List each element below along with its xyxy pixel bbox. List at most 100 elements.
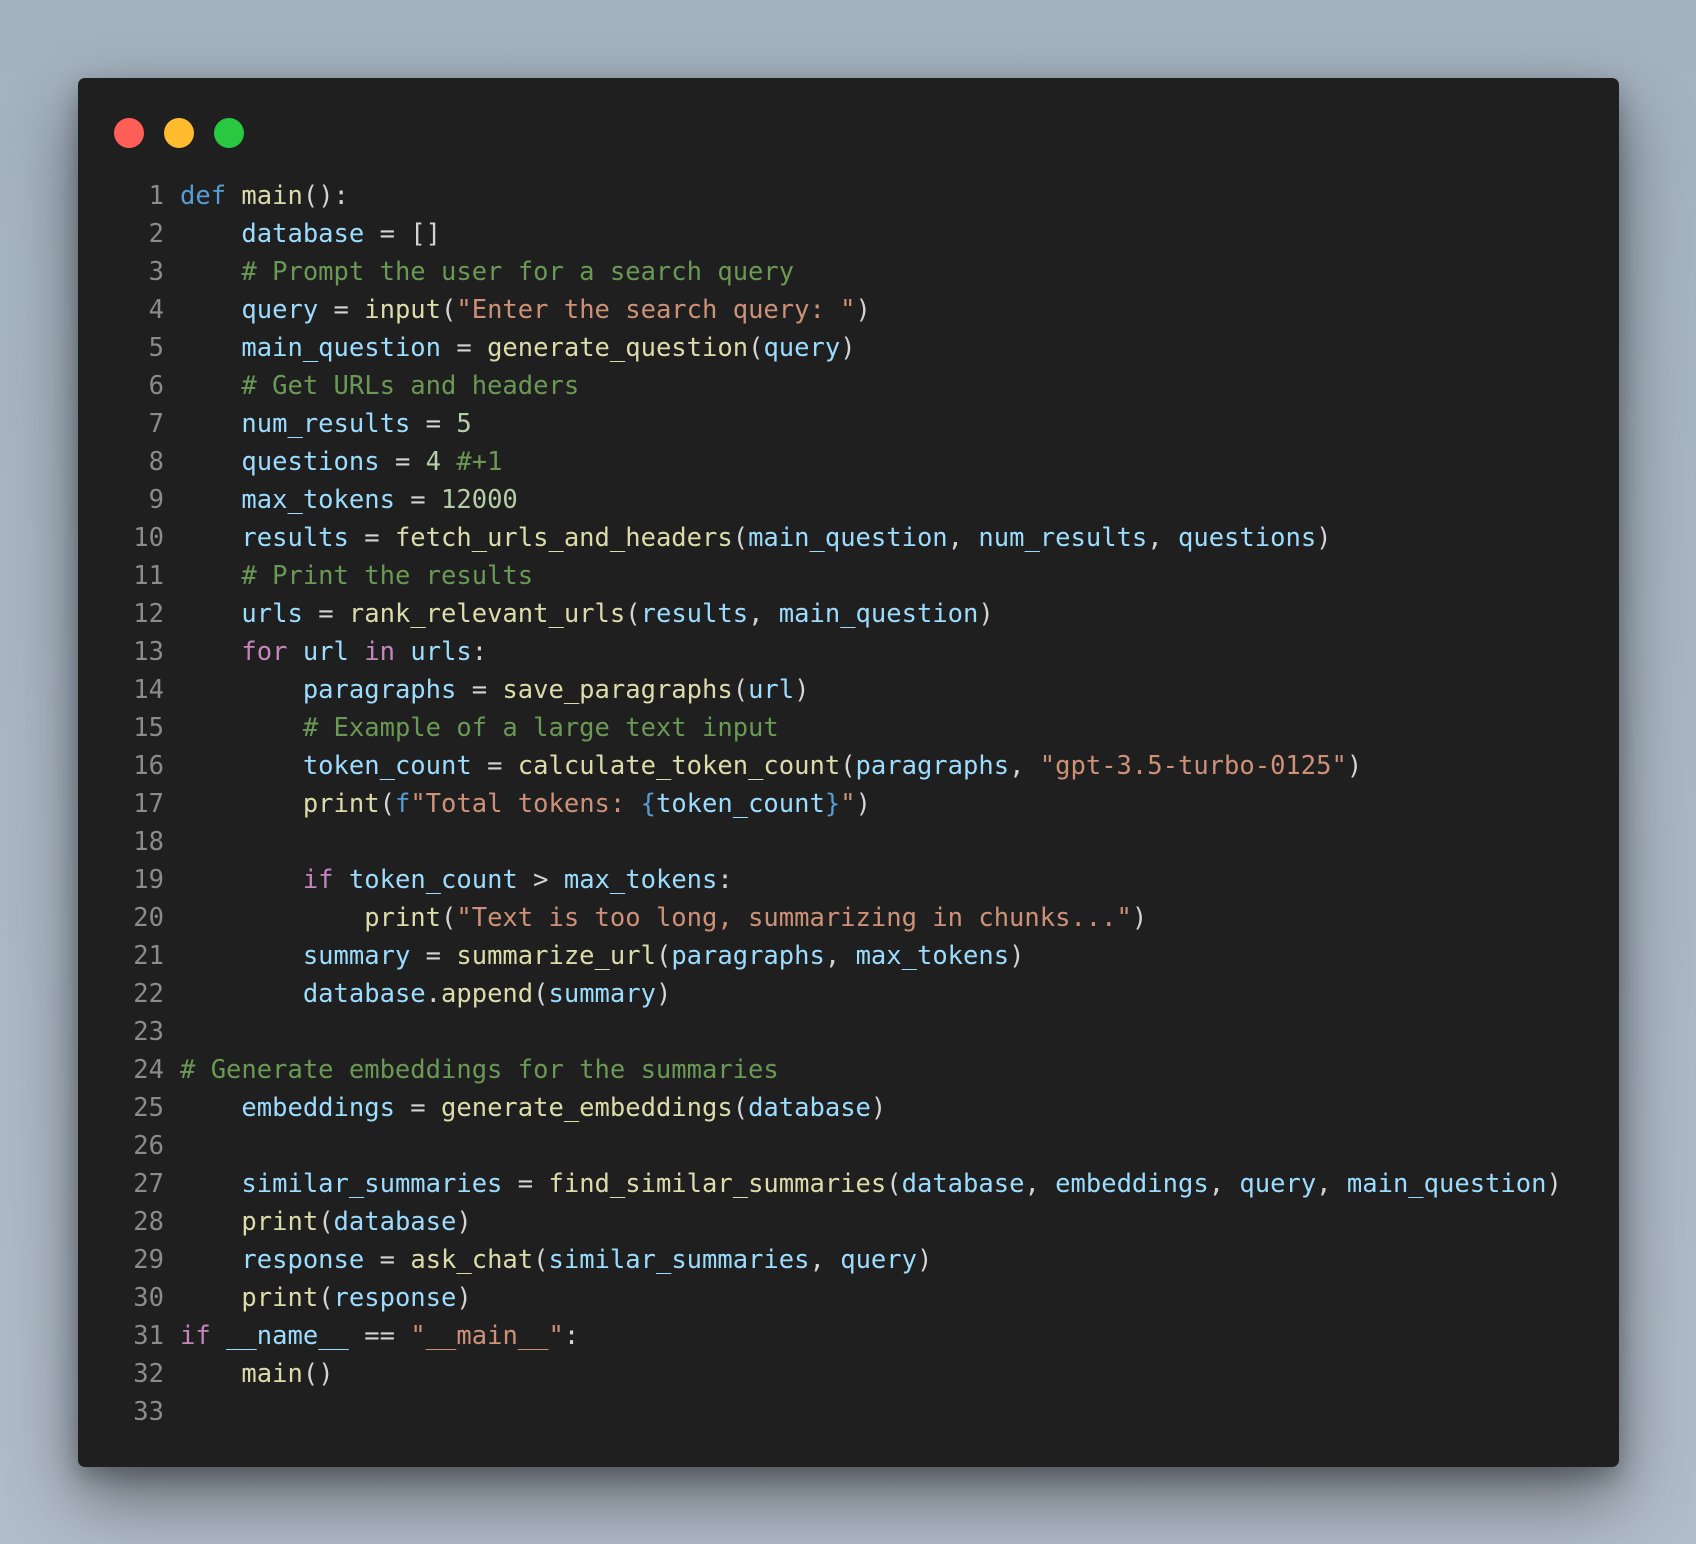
code-token: ) xyxy=(1131,903,1148,933)
code-line: 6 # Get URLs and headers xyxy=(78,367,1619,405)
line-content: print(response) xyxy=(180,1279,472,1317)
code-token: . xyxy=(425,979,442,1009)
code-token: rank_relevant_urls xyxy=(348,599,626,629)
line-number: 20 xyxy=(133,903,164,933)
code-line: 26 xyxy=(78,1127,1619,1165)
line-number: 27 xyxy=(133,1169,164,1199)
code-token: if xyxy=(180,1321,211,1351)
line-number: 11 xyxy=(133,561,164,591)
code-token: max_tokens xyxy=(855,941,1010,971)
code-token: ( xyxy=(533,1245,549,1275)
code-token: ) xyxy=(456,1283,472,1313)
line-content: paragraphs = save_paragraphs(url) xyxy=(180,671,810,709)
code-token: results xyxy=(640,599,749,629)
line-number: 2 xyxy=(148,219,164,249)
code-line: 16 token_count = calculate_token_count(p… xyxy=(78,747,1619,785)
code-token: append xyxy=(441,979,534,1009)
code-token: = xyxy=(364,1245,411,1275)
code-line: 12 urls = rank_relevant_urls(results, ma… xyxy=(78,595,1619,633)
code-token: ( xyxy=(732,523,749,553)
code-token: main_question xyxy=(1346,1169,1547,1199)
line-content: if token_count > max_tokens: xyxy=(180,861,733,899)
code-token: for xyxy=(241,637,288,667)
code-token: , xyxy=(1009,751,1040,781)
line-content: token_count = calculate_token_count(para… xyxy=(180,747,1362,785)
code-token: = xyxy=(471,751,518,781)
code-token: urls xyxy=(241,599,303,629)
code-token: results xyxy=(241,523,349,553)
line-content: for url in urls: xyxy=(180,633,487,671)
code-token: main_question xyxy=(241,333,442,363)
code-token: token_count xyxy=(302,751,472,781)
code-token: token_count xyxy=(348,865,518,895)
code-token: = xyxy=(410,409,457,439)
code-token: "Enter the search query: " xyxy=(456,295,856,325)
code-token: ( xyxy=(840,751,856,781)
code-token: response xyxy=(241,1245,365,1275)
line-number: 29 xyxy=(133,1245,164,1275)
line-number: 6 xyxy=(148,371,164,401)
code-line: 21 summary = summarize_url(paragraphs, m… xyxy=(78,937,1619,975)
code-token: : xyxy=(471,637,488,667)
line-content: # Prompt the user for a search query xyxy=(180,253,794,291)
code-token: 5 xyxy=(456,409,472,439)
close-icon[interactable] xyxy=(114,118,144,148)
code-token: find_similar_summaries xyxy=(548,1169,887,1199)
code-token: "Total tokens: xyxy=(410,789,641,819)
code-token: in xyxy=(364,637,395,667)
code-token: = xyxy=(379,447,426,477)
line-number: 21 xyxy=(133,941,164,971)
code-line: 18 xyxy=(78,823,1619,861)
code-block: 1 def main(): 2 database = [] 3 # Prompt th… xyxy=(78,177,1619,1431)
code-token: : xyxy=(563,1321,580,1351)
code-token: summarize_url xyxy=(456,941,656,971)
code-token: , xyxy=(1208,1169,1240,1199)
code-token: urls xyxy=(410,637,472,667)
code-token: ( xyxy=(318,1283,334,1313)
code-token: () xyxy=(302,1359,334,1389)
maximize-icon[interactable] xyxy=(214,118,244,148)
line-number: 26 xyxy=(133,1131,164,1161)
code-token: "gpt-3.5-turbo-0125" xyxy=(1039,751,1347,781)
code-token: ) xyxy=(855,789,871,819)
code-token: ( xyxy=(732,675,749,705)
code-token: questions xyxy=(241,447,380,477)
line-number: 22 xyxy=(133,979,164,1009)
line-number: 24 xyxy=(133,1055,164,1085)
line-number: 13 xyxy=(133,637,164,667)
code-line: 29 response = ask_chat(similar_summaries… xyxy=(78,1241,1619,1279)
code-token: main xyxy=(241,181,303,211)
code-token: > xyxy=(517,865,564,895)
code-token: ( xyxy=(441,903,457,933)
code-line: 14 paragraphs = save_paragraphs(url) xyxy=(78,671,1619,709)
code-token: = xyxy=(302,599,349,629)
code-token: ( xyxy=(379,789,395,819)
line-content: # Print the results xyxy=(180,557,533,595)
code-line: 23 xyxy=(78,1013,1619,1051)
code-line: 32 main() xyxy=(78,1355,1619,1393)
code-token: main xyxy=(241,1359,303,1389)
code-token: (): xyxy=(302,181,349,211)
minimize-icon[interactable] xyxy=(164,118,194,148)
code-token: print xyxy=(241,1283,319,1313)
code-token: token_count xyxy=(655,789,825,819)
code-token: 12000 xyxy=(441,485,518,515)
code-token: ) xyxy=(978,599,994,629)
code-token: generate_embeddings xyxy=(441,1093,733,1123)
line-content: embeddings = generate_embeddings(databas… xyxy=(180,1089,886,1127)
code-token: : xyxy=(717,865,733,895)
code-token: ( xyxy=(318,1207,334,1237)
